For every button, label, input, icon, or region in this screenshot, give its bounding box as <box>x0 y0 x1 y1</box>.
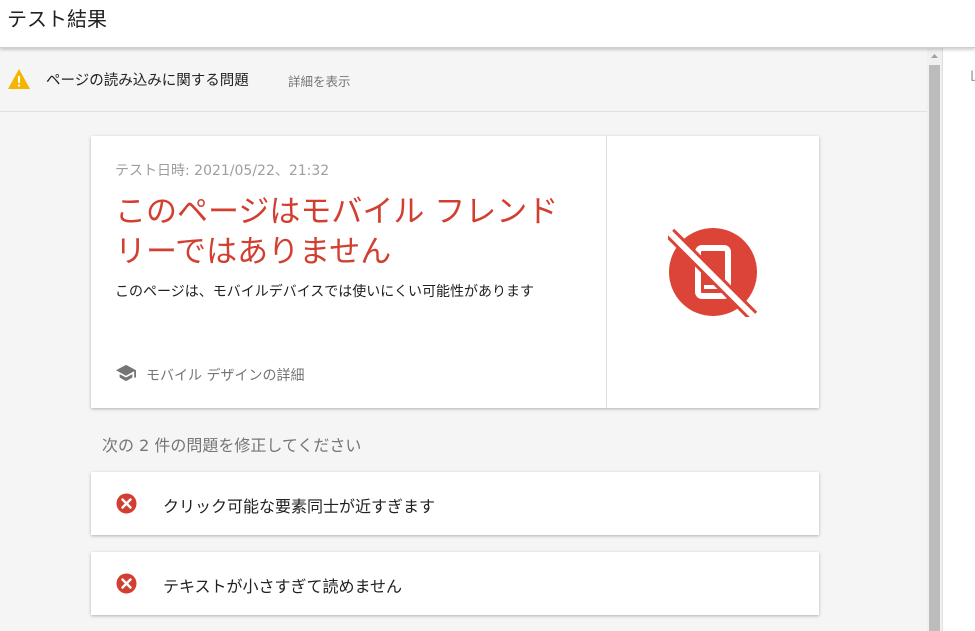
issue-label: クリック可能な要素同士が近すぎます <box>163 497 436 516</box>
issue-label: テキストが小さすぎて読めません <box>163 577 403 596</box>
not-mobile-friendly-icon <box>668 228 758 317</box>
side-panel: L <box>942 48 975 631</box>
error-circle-icon <box>116 493 137 514</box>
result-heading: このページはモバイル フレンドリーではありません <box>115 194 559 270</box>
page-loading-issues-bar: ページの読み込みに関する問題 詳細を表示 <box>0 48 927 112</box>
learn-mobile-design-label: モバイル デザインの詳細 <box>146 368 305 384</box>
issue-text-too-small[interactable]: テキストが小さすぎて読めません <box>91 552 819 615</box>
school-icon <box>116 364 136 382</box>
page-loading-issues-text: ページの読み込みに関する問題 <box>46 73 249 89</box>
result-card: テスト日時: 2021/05/22、21:32 このページはモバイル フレンドリ… <box>91 136 819 408</box>
app-header: テスト結果 <box>0 0 975 48</box>
warning-triangle-icon <box>8 69 30 89</box>
issue-clickable-elements-too-close[interactable]: クリック可能な要素同士が近すぎます <box>91 472 819 535</box>
main-content: ページの読み込みに関する問題 詳細を表示 テスト日時: 2021/05/22、2… <box>0 48 927 631</box>
scroll-up-arrow-icon[interactable] <box>927 48 942 64</box>
show-details-link[interactable]: 詳細を表示 <box>288 71 351 90</box>
result-description: このページは、モバイルデバイスでは使いにくい可能性があります <box>115 284 535 300</box>
side-panel-text: L <box>970 69 975 85</box>
scrollbar-thumb[interactable] <box>929 65 940 631</box>
test-date: テスト日時: 2021/05/22、21:32 <box>115 163 330 179</box>
vertical-scrollbar[interactable] <box>927 48 942 631</box>
result-summary: テスト日時: 2021/05/22、21:32 このページはモバイル フレンドリ… <box>91 136 607 408</box>
error-circle-icon <box>116 573 137 594</box>
result-status-panel <box>607 136 819 408</box>
issues-heading: 次の 2 件の問題を修正してください <box>102 436 362 455</box>
page-title: テスト結果 <box>7 7 107 31</box>
